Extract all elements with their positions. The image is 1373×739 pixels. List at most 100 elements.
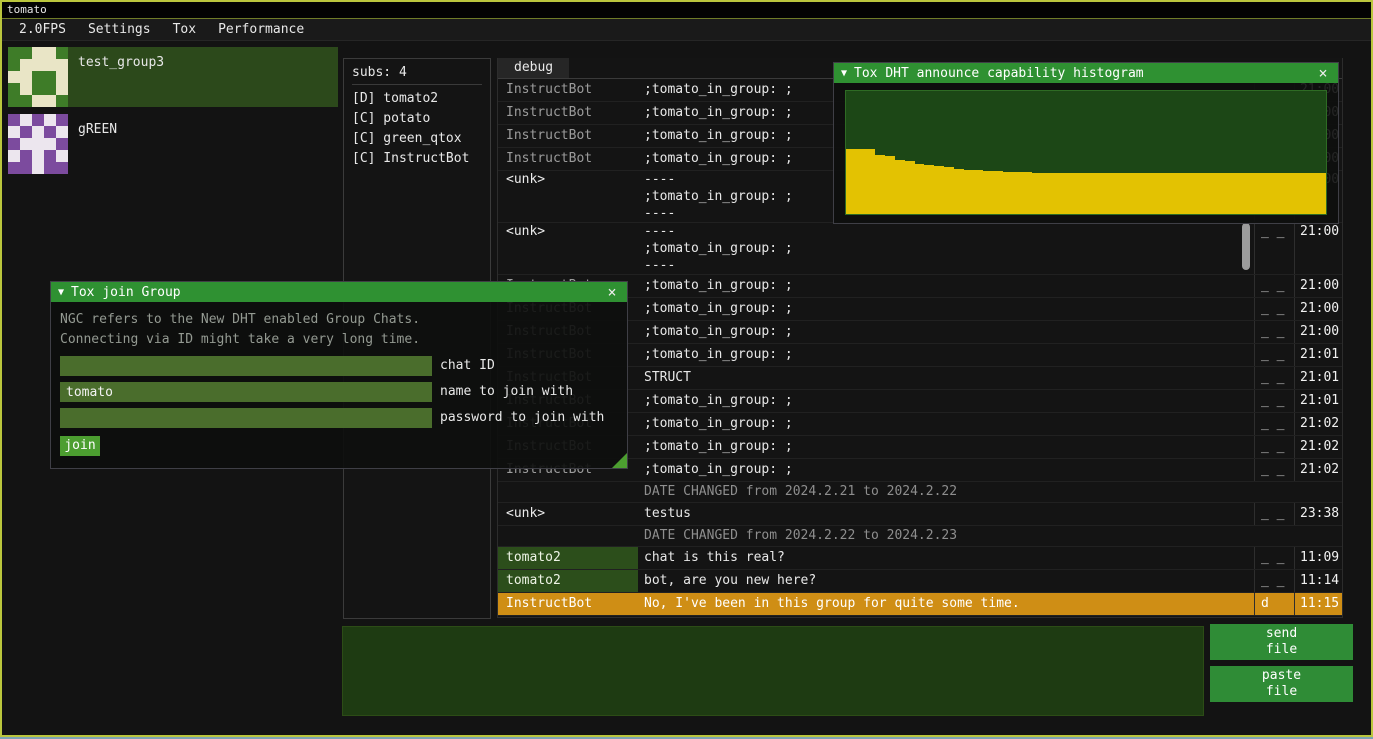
histogram-bar [1120, 173, 1130, 214]
app-window: tomato 2.0FPS Settings Tox Performance t… [0, 0, 1373, 737]
histogram-bar [993, 171, 1003, 214]
send-file-button[interactable]: send file [1210, 624, 1353, 660]
chat-id-input[interactable] [60, 356, 432, 376]
group-avatar [8, 114, 68, 174]
menu-bar: 2.0FPS Settings Tox Performance [2, 19, 1371, 41]
chat-message-row[interactable]: tomato2bot, are you new here?_ _11:14 [498, 570, 1342, 593]
roster-member[interactable]: [D] tomato2 [352, 89, 482, 109]
chat-scrollbar-thumb[interactable] [1242, 223, 1250, 270]
histogram-bar [1179, 173, 1189, 214]
histogram-bar [1287, 173, 1297, 214]
delivery-flags: _ _ [1254, 459, 1294, 481]
dht-histogram-plot [845, 90, 1327, 215]
close-icon[interactable]: × [604, 284, 620, 300]
histogram-bar [1160, 173, 1170, 214]
roster-member[interactable]: [C] InstructBot [352, 149, 482, 169]
message-text: testus [638, 503, 1254, 525]
delivery-flags: _ _ [1254, 367, 1294, 389]
dht-histogram-titlebar[interactable]: ▼ Tox DHT announce capability histogram … [834, 63, 1338, 83]
roster-list: [D] tomato2[C] potato[C] green_qtox[C] I… [352, 89, 482, 169]
chat-message-row[interactable]: <unk>testus_ _23:38 [498, 503, 1342, 526]
histogram-bar [1267, 173, 1277, 214]
histogram-bar [1022, 172, 1032, 214]
message-text: No, I've been in this group for quite so… [638, 593, 1254, 615]
join-name-input[interactable] [60, 382, 432, 402]
histogram-bar [1150, 173, 1160, 214]
window-title: tomato [7, 3, 47, 16]
message-input[interactable] [342, 626, 1204, 716]
close-icon[interactable]: × [1315, 65, 1331, 81]
chat-message-row[interactable]: <unk>---- ;tomato_in_group: ; ----_ _21:… [498, 223, 1342, 275]
message-text: ;tomato_in_group: ; [638, 413, 1254, 435]
group-item-gREEN[interactable]: gREEN [8, 114, 338, 174]
sender-name: InstructBot [498, 125, 638, 147]
menu-performance[interactable]: Performance [207, 19, 315, 41]
sender-name: <unk> [498, 171, 638, 222]
message-text: ;tomato_in_group: ; [638, 298, 1254, 320]
message-timestamp: 23:38 [1294, 503, 1342, 525]
join-name-label: name to join with [440, 382, 573, 402]
delivery-flags: _ _ [1254, 275, 1294, 297]
message-timestamp: 21:02 [1294, 436, 1342, 458]
histogram-bar [1306, 173, 1316, 214]
join-password-label: password to join with [440, 408, 604, 428]
sender-name: InstructBot [498, 79, 638, 101]
resize-grip[interactable] [612, 453, 627, 468]
histogram-bar [1208, 173, 1218, 214]
histogram-bar [924, 165, 934, 214]
join-group-titlebar[interactable]: ▼ Tox join Group × [51, 282, 627, 302]
delivery-flags: _ _ [1254, 344, 1294, 366]
histogram-bar [856, 149, 866, 214]
message-timestamp: 21:02 [1294, 413, 1342, 435]
histogram-bar [895, 160, 905, 214]
histogram-bar [954, 169, 964, 215]
message-timestamp: 11:09 [1294, 547, 1342, 569]
collapse-icon[interactable]: ▼ [841, 68, 847, 79]
window-titlebar[interactable]: tomato [2, 2, 1371, 19]
roster-member[interactable]: [C] potato [352, 109, 482, 129]
histogram-bar [1101, 173, 1111, 214]
group-avatar [8, 47, 68, 107]
join-info-line-1: NGC refers to the New DHT enabled Group … [60, 310, 618, 330]
message-text: bot, are you new here? [638, 570, 1254, 592]
dht-histogram-title: Tox DHT announce capability histogram [854, 66, 1315, 81]
message-text: ;tomato_in_group: ; [638, 436, 1254, 458]
delivery-flags: _ _ [1254, 321, 1294, 343]
histogram-bar [1189, 173, 1199, 214]
group-item-test_group3[interactable]: test_group3 [8, 47, 338, 107]
menu-settings[interactable]: Settings [77, 19, 162, 41]
join-button[interactable]: join [60, 436, 100, 456]
join-group-window: ▼ Tox join Group × NGC refers to the New… [50, 281, 628, 469]
menu-tox[interactable]: Tox [162, 19, 207, 41]
histogram-bar [973, 170, 983, 214]
histogram-bar [1091, 173, 1101, 214]
message-timestamp: 11:15 [1294, 593, 1342, 615]
sender-name: tomato2 [498, 547, 638, 569]
main-area: test_group3gREEN subs: 4 [D] tomato2[C] … [2, 41, 1371, 735]
message-text: chat is this real? [638, 547, 1254, 569]
chat-message-row[interactable]: tomato2chat is this real?_ _11:09 [498, 547, 1342, 570]
roster-member[interactable]: [C] green_qtox [352, 129, 482, 149]
chat-message-row[interactable]: InstructBotNo, I've been in this group f… [498, 593, 1342, 616]
histogram-bar [1257, 173, 1267, 214]
message-timestamp: 21:00 [1294, 275, 1342, 297]
collapse-icon[interactable]: ▼ [58, 287, 64, 298]
histogram-bar [1297, 173, 1307, 214]
histogram-bar [866, 149, 876, 214]
histogram-bar [846, 149, 856, 214]
group-name: test_group3 [68, 47, 164, 107]
histogram-bar [1238, 173, 1248, 214]
sender-name: InstructBot [498, 102, 638, 124]
join-password-input[interactable] [60, 408, 432, 428]
message-timestamp: 21:00 [1294, 223, 1342, 274]
histogram-bar [964, 170, 974, 214]
dht-histogram-window: ▼ Tox DHT announce capability histogram … [833, 62, 1339, 224]
sender-name: tomato2 [498, 570, 638, 592]
delivery-flags: _ _ [1254, 547, 1294, 569]
message-text: ---- ;tomato_in_group: ; ---- [638, 223, 1254, 274]
tab-debug[interactable]: debug [498, 58, 569, 78]
histogram-bar [1248, 173, 1258, 214]
histogram-bar [944, 167, 954, 214]
paste-file-button[interactable]: paste file [1210, 666, 1353, 702]
delivery-flags: _ _ [1254, 570, 1294, 592]
